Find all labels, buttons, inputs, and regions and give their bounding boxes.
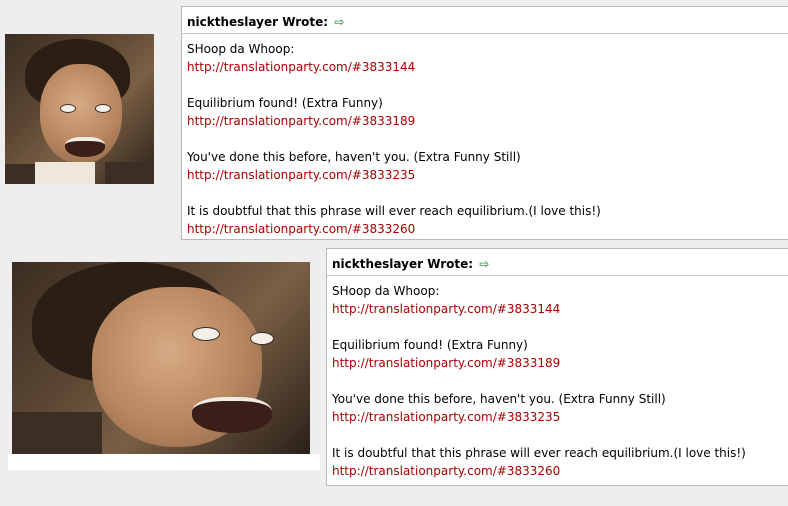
photo-caption-strip [8, 454, 320, 470]
quote-text: It is doubtful that this phrase will eve… [187, 204, 601, 218]
post-header: nicktheslayer Wrote: ⇨ [182, 7, 788, 34]
translation-link[interactable]: http://translationparty.com/#3833144 [332, 302, 560, 316]
quote-text: You've done this before, haven't you. (E… [332, 392, 666, 406]
quote-post-2: nicktheslayer Wrote: ⇨ SHoop da Whoop: h… [326, 248, 788, 486]
quote-text: It is doubtful that this phrase will eve… [332, 446, 746, 460]
translation-link[interactable]: http://translationparty.com/#3833235 [187, 168, 415, 182]
post-body: SHoop da Whoop: http://translationparty.… [182, 34, 788, 238]
quote-text: Equilibrium found! (Extra Funny) [332, 338, 528, 352]
translation-link[interactable]: http://translationparty.com/#3833260 [332, 464, 560, 478]
quote-post-1: nicktheslayer Wrote: ⇨ SHoop da Whoop: h… [181, 6, 788, 240]
translation-link[interactable]: http://translationparty.com/#3833144 [187, 60, 415, 74]
avatar-photo-1 [5, 34, 154, 184]
post-header: nicktheslayer Wrote: ⇨ [327, 249, 788, 276]
post-body: SHoop da Whoop: http://translationparty.… [327, 276, 788, 480]
quote-text: SHoop da Whoop: [187, 42, 295, 56]
translation-link[interactable]: http://translationparty.com/#3833235 [332, 410, 560, 424]
author-wrote-label: nicktheslayer Wrote: [187, 15, 329, 29]
translation-link[interactable]: http://translationparty.com/#3833189 [332, 356, 560, 370]
avatar-photo-2 [12, 262, 310, 454]
translation-link[interactable]: http://translationparty.com/#3833260 [187, 222, 415, 236]
right-arrow-icon[interactable]: ⇨ [479, 257, 489, 271]
quote-text: You've done this before, haven't you. (E… [187, 150, 521, 164]
quote-text: Equilibrium found! (Extra Funny) [187, 96, 383, 110]
author-wrote-label: nicktheslayer Wrote: [332, 257, 474, 271]
right-arrow-icon[interactable]: ⇨ [334, 15, 344, 29]
translation-link[interactable]: http://translationparty.com/#3833189 [187, 114, 415, 128]
quote-text: SHoop da Whoop: [332, 284, 440, 298]
